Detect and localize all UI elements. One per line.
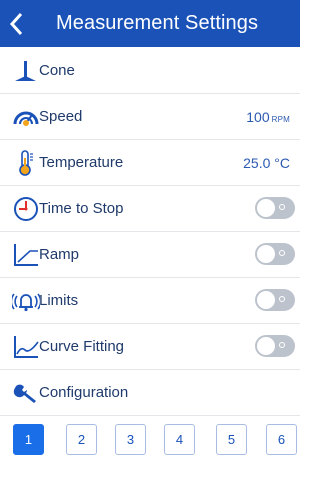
speed-value: 100 RPM <box>246 108 290 125</box>
setting-row-speed[interactable]: Speed 100 RPM <box>0 94 300 140</box>
wrench-icon <box>11 378 41 408</box>
setting-row-curve-fitting[interactable]: Curve Fitting <box>0 324 300 370</box>
toggle-knob <box>257 199 275 217</box>
setting-row-time-to-stop[interactable]: Time to Stop <box>0 186 300 232</box>
back-button[interactable] <box>0 0 34 47</box>
ramp-toggle[interactable] <box>255 243 295 265</box>
settings-list: Cone Speed 100 RPM Temperature 25.0 °C T… <box>0 48 300 416</box>
setting-row-cone[interactable]: Cone <box>0 48 300 94</box>
timer-icon <box>11 194 41 224</box>
setting-label: Configuration <box>39 384 129 401</box>
time-to-stop-toggle[interactable] <box>255 197 295 219</box>
ramp-chart-icon <box>11 240 41 270</box>
speed-unit: RPM <box>271 114 290 124</box>
setting-row-limits[interactable]: Limits <box>0 278 300 324</box>
limits-toggle[interactable] <box>255 289 295 311</box>
page-button-5[interactable]: 5 <box>216 424 247 455</box>
setting-row-temperature[interactable]: Temperature 25.0 °C <box>0 140 300 186</box>
toggle-knob <box>257 245 275 263</box>
curve-chart-icon <box>11 332 41 362</box>
alarm-bell-icon <box>11 286 41 316</box>
toggle-off-mark <box>279 250 285 256</box>
page-button-4[interactable]: 4 <box>164 424 195 455</box>
page-button-3[interactable]: 3 <box>115 424 146 455</box>
setting-label: Speed <box>39 108 83 125</box>
setting-label: Cone <box>39 62 75 79</box>
setting-label: Temperature <box>39 154 124 171</box>
setting-label: Limits <box>39 292 79 309</box>
toggle-off-mark <box>279 296 285 302</box>
app-header: Measurement Settings <box>0 0 300 47</box>
curve-fitting-toggle[interactable] <box>255 335 295 357</box>
toggle-knob <box>257 291 275 309</box>
setting-label: Ramp <box>39 246 80 263</box>
page-selector: 1 2 3 4 5 6 <box>0 424 300 456</box>
setting-row-configuration[interactable]: Configuration <box>0 370 300 416</box>
page-button-2[interactable]: 2 <box>66 424 97 455</box>
setting-label: Curve Fitting <box>39 338 125 355</box>
toggle-knob <box>257 337 275 355</box>
speedometer-icon <box>11 102 41 132</box>
page-button-6[interactable]: 6 <box>266 424 297 455</box>
page-button-1[interactable]: 1 <box>13 424 44 455</box>
page-title: Measurement Settings <box>56 12 259 34</box>
cone-spindle-icon <box>11 56 41 86</box>
toggle-off-mark <box>279 204 285 210</box>
toggle-off-mark <box>279 342 285 348</box>
chevron-left-icon <box>9 12 23 35</box>
setting-label: Time to Stop <box>39 200 124 217</box>
thermometer-icon <box>11 148 41 178</box>
temperature-value: 25.0 °C <box>243 154 290 171</box>
setting-row-ramp[interactable]: Ramp <box>0 232 300 278</box>
